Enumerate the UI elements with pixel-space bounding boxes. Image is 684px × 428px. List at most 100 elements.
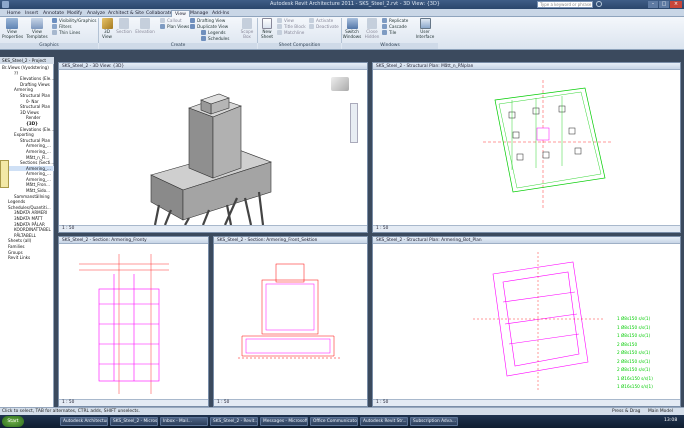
section-side-canvas[interactable] — [214, 244, 367, 399]
scale-label[interactable]: 1 : 50 — [62, 400, 74, 405]
start-button[interactable]: Start — [2, 416, 24, 427]
matchline-button[interactable]: Matchline — [277, 30, 311, 36]
callout-label: Callout — [167, 18, 182, 23]
group-divider — [257, 18, 258, 43]
close-hidden-button[interactable]: Close Hidden — [363, 18, 381, 39]
tab-add-ins[interactable]: Add-Ins — [209, 10, 232, 17]
section-icon — [119, 18, 129, 29]
status-text: Click to select, TAB for alternates, CTR… — [2, 409, 140, 414]
taskbar-item[interactable]: Inbox - Mail... — [160, 417, 208, 426]
taskbar-item[interactable]: Messages - Microsoft... — [260, 417, 308, 426]
legends-label: Legends — [208, 30, 226, 35]
clock: 13:08 — [664, 418, 678, 423]
scale-label[interactable]: 1 : 50 — [376, 400, 388, 405]
maximize-icon[interactable]: □ — [659, 1, 669, 8]
thin-lines-button[interactable]: Thin Lines — [52, 30, 98, 36]
navigation-bar[interactable] — [350, 103, 358, 143]
ribbon-panel: View Properties View Templates Visibilit… — [0, 17, 684, 50]
view-title: SKS_Steel_2 - 3D View: {3D} — [59, 63, 367, 70]
view-control-bar: 1 : 50 — [373, 225, 680, 232]
view-title: SKS_Steel_2 - Structural Plan: Mått_n_På… — [373, 63, 680, 70]
3d-model-canvas[interactable] — [59, 70, 367, 226]
taskbar-item[interactable]: Autodesk Revit Str... — [360, 417, 408, 426]
tab-insert[interactable]: Insert — [22, 10, 41, 17]
callout-icon — [160, 18, 165, 23]
user-interface-button[interactable]: User Interface — [414, 18, 436, 39]
duplicate-view-label: Duplicate View — [197, 24, 229, 29]
scope-box-button[interactable]: Scope Box — [238, 18, 256, 39]
window-title: Autodesk Revit Architecture 2011 - SKS_S… — [270, 1, 440, 7]
view-window-pile-plan[interactable]: SKS_Steel_2 - Structural Plan: Mått_n_På… — [372, 62, 681, 233]
section-label: Section — [116, 29, 132, 34]
new-sheet-button[interactable]: New Sheet — [259, 18, 275, 39]
tree-item[interactable]: Views (Vyodstering) — [0, 65, 54, 71]
tab-manage[interactable]: Manage — [187, 10, 211, 17]
project-browser-title: SKS_Steel_2 - Project Br... — [0, 57, 54, 70]
3d-view-button[interactable]: 3D View — [100, 18, 114, 39]
matchline-icon — [277, 30, 282, 35]
elevation-label: Elevation — [135, 29, 155, 34]
drafting-icon — [190, 18, 195, 23]
tab-annotate[interactable]: Annotate — [40, 10, 67, 17]
switch-windows-label: Switch Windows — [342, 29, 362, 39]
visibility-icon — [52, 18, 57, 23]
drafting-view-label: Drafting View — [197, 18, 226, 23]
schedules-label: Schedules — [208, 36, 230, 41]
tile-button[interactable]: Tile — [382, 30, 414, 36]
deactivate-button[interactable]: Deactivate — [309, 24, 339, 30]
view-icon — [277, 18, 282, 23]
plan-views-label: Plan Views — [167, 24, 190, 29]
app-menu-icon[interactable] — [2, 1, 9, 8]
group-label-windows: Windows — [342, 43, 438, 49]
replicate-label: Replicate — [389, 18, 409, 23]
matchline-label: Matchline — [284, 30, 305, 35]
status-bar: Click to select, TAB for alternates, CTR… — [0, 407, 684, 415]
deactivate-icon — [309, 24, 314, 29]
group-label-sheet-composition: Sheet Composition — [258, 43, 341, 49]
taskbar-item[interactable]: Autodesk Architecture... — [60, 417, 108, 426]
schedules-button[interactable]: Schedules — [201, 36, 235, 42]
pile-plan-canvas[interactable] — [373, 70, 680, 225]
tab-home[interactable]: Home — [4, 10, 24, 17]
close-hidden-label: Close Hidden — [364, 29, 380, 39]
elevation-button[interactable]: Elevation — [134, 18, 156, 34]
tree-item[interactable]: Revit Links — [0, 255, 54, 261]
view-control-bar: 1 : 50 — [373, 399, 680, 406]
thin-lines-label: Thin Lines — [59, 30, 81, 35]
view-window-section-front[interactable]: SKS_Steel_2 - Section: Armering_Fronty 1… — [58, 236, 209, 407]
view-window-bottom-plan[interactable]: SKS_Steel_2 - Structural Plan: Armering_… — [372, 236, 681, 407]
view-title: SKS_Steel_2 - Structural Plan: Armering_… — [373, 237, 680, 244]
view-control-bar: 1 : 50 — [214, 399, 367, 406]
section-button[interactable]: Section — [116, 18, 132, 34]
scale-label[interactable]: 1 : 50 — [376, 226, 388, 231]
new-sheet-label: New Sheet — [260, 29, 274, 39]
section-front-canvas[interactable] — [59, 244, 208, 399]
plan-views-button[interactable]: Plan Views — [160, 24, 190, 30]
group-label-graphics: Graphics — [0, 43, 98, 49]
taskbar-item[interactable]: Office Communicator — [310, 417, 358, 426]
minimize-icon[interactable]: – — [648, 1, 658, 8]
view-window-section-side[interactable]: SKS_Steel_2 - Section: Armering_Front_Se… — [213, 236, 368, 407]
tab-architect-site[interactable]: Architect & Site — [105, 10, 147, 17]
close-icon[interactable]: × — [670, 1, 682, 8]
view-templates-label: View Templates — [26, 29, 48, 39]
view-templates-button[interactable]: View Templates — [26, 18, 48, 39]
taskbar-item[interactable]: SKS_Steel_2 - Revit... — [210, 417, 258, 426]
rebar-note: 1 Ø16s150 s/s(1) — [617, 375, 653, 381]
activate-icon — [309, 18, 314, 23]
view-title: SKS_Steel_2 - Section: Armering_Front_Se… — [214, 237, 367, 244]
search-input[interactable]: Type a keyword or phrase — [537, 1, 593, 8]
scale-label[interactable]: 1 : 50 — [217, 400, 229, 405]
replicate-icon — [382, 18, 387, 23]
view-window-3d[interactable]: SKS_Steel_2 - 3D View: {3D} 1 : 50 — [58, 62, 368, 233]
taskbar-item[interactable]: SKS_Steel_2 - Microsoft... — [110, 417, 158, 426]
scale-label[interactable]: 1 : 50 — [62, 226, 74, 231]
activate-label: Activate — [316, 18, 334, 23]
viewcube-icon[interactable] — [331, 77, 349, 91]
view-properties-button[interactable]: View Properties — [2, 18, 23, 39]
switch-windows-button[interactable]: Switch Windows — [342, 18, 362, 39]
search-icon[interactable] — [596, 1, 602, 7]
tab-modify[interactable]: Modify — [64, 10, 85, 17]
taskbar-item[interactable]: Subscription Adva... — [410, 417, 458, 426]
cascade-icon — [382, 24, 387, 29]
